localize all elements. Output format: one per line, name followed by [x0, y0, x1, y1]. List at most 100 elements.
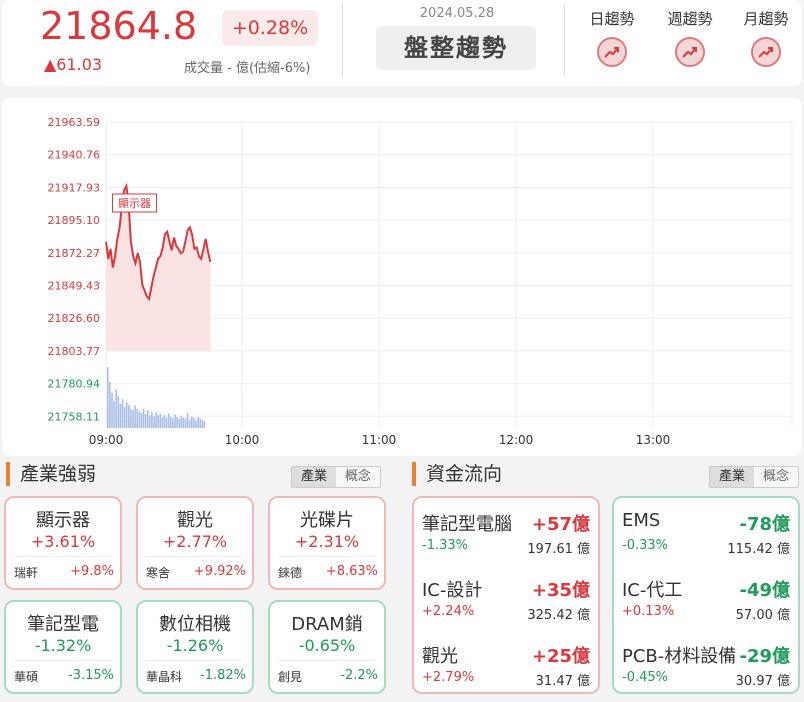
y-tick-label: 21940.76	[48, 149, 101, 162]
daily-trend-button[interactable]: 日趨勢	[582, 8, 642, 67]
tab-concept[interactable]: 概念	[754, 467, 798, 487]
divider	[564, 4, 565, 76]
flow-percent: +2.79%	[422, 670, 475, 685]
volume-bar	[201, 419, 204, 428]
flow-value: 31.47 億	[535, 674, 590, 689]
industry-percent: +3.61%	[30, 532, 96, 551]
leading-stock-name: 華碩	[14, 670, 39, 684]
trend-up-icon	[597, 37, 627, 67]
y-tick-label: 21963.59	[48, 116, 101, 129]
flow-industry-name: 筆記型電腦	[422, 514, 512, 535]
flow-amount: -29億	[739, 646, 790, 667]
volume-bar	[157, 415, 159, 428]
divider	[14, 556, 112, 557]
volume-bar	[165, 417, 168, 428]
y-tick-label: 21780.94	[48, 378, 101, 391]
volume-bar	[155, 412, 157, 428]
volume-bar	[172, 418, 174, 428]
industry-card[interactable]: 觀光 +2.77% 寒舍 +9.92%	[136, 496, 254, 590]
flow-amount: +57億	[531, 514, 590, 535]
fund-flow-row[interactable]: EMS -78億 -0.33% 115.42 億	[622, 510, 790, 570]
y-tick-label: 21917.93	[48, 181, 101, 194]
fund-flow-row[interactable]: IC-代工 -49億 +0.13% 57.00 億	[622, 576, 790, 636]
volume-bar	[193, 417, 195, 428]
leading-stock-percent: +8.63%	[325, 564, 378, 579]
industry-name: 筆記型電	[27, 614, 99, 635]
volume-bar	[136, 408, 138, 428]
industry-card[interactable]: 筆記型電 -1.32% 華碩 -3.15%	[4, 600, 122, 694]
leading-stock-percent: -1.82%	[200, 668, 246, 683]
tab-industry[interactable]: 產業	[710, 467, 754, 487]
industry-card[interactable]: 光碟片 +2.31% 錸德 +8.63%	[268, 496, 386, 590]
volume-bar	[140, 412, 143, 428]
volume-bar	[161, 417, 164, 428]
volume-bar	[149, 415, 151, 428]
flow-percent: -1.33%	[422, 538, 468, 553]
volume-bar	[134, 405, 136, 428]
x-tick-label: 11:00	[362, 433, 397, 447]
volume-bar	[111, 392, 113, 428]
flow-industry-name: IC-設計	[422, 580, 483, 601]
industry-name: 顯示器	[36, 510, 90, 531]
volume-bar	[123, 406, 126, 428]
volume-bar	[197, 417, 199, 428]
fund-flow-row[interactable]: 觀光 +25億 +2.79% 31.47 億	[422, 642, 590, 702]
trend-status: 盤整趨勢	[376, 26, 536, 70]
fund-flow-row[interactable]: IC-設計 +35億 +2.24% 325.42 億	[422, 576, 590, 636]
y-tick-label: 21826.60	[48, 312, 101, 325]
divider	[146, 556, 244, 557]
flow-industry-name: PCB-材料設備	[622, 646, 737, 667]
volume-bar	[125, 402, 128, 428]
industry-percent: -1.26%	[166, 636, 224, 655]
leading-stock-percent: +9.92%	[193, 564, 246, 579]
leading-stock-percent: +9.8%	[70, 564, 114, 579]
y-tick-label: 21849.43	[48, 280, 101, 293]
volume-bar	[174, 414, 176, 428]
industry-percent: -0.65%	[298, 636, 356, 655]
x-tick-label: 09:00	[89, 433, 124, 447]
tab-concept[interactable]: 概念	[336, 467, 380, 487]
volume-bar	[115, 389, 117, 428]
volume-bar	[144, 413, 147, 428]
volume-bar	[146, 410, 149, 428]
y-tick-label: 21872.27	[48, 247, 101, 260]
divider	[278, 660, 376, 661]
trend-up-icon	[751, 37, 781, 67]
volume-bar	[119, 403, 122, 428]
flow-industry-name: EMS	[622, 510, 661, 531]
tab-industry[interactable]: 產業	[292, 467, 336, 487]
flow-industry-name: IC-代工	[622, 580, 683, 601]
divider	[278, 556, 376, 557]
volume-bar	[182, 417, 185, 428]
intraday-chart[interactable]: 21963.59 21940.76 21917.93 21895.10 21872.27…	[2, 98, 802, 456]
flow-amount: -78億	[739, 514, 790, 535]
volume-bar	[186, 412, 189, 428]
industry-card[interactable]: 數位相機 -1.26% 華晶科 -1.82%	[136, 600, 254, 694]
volume-bar	[107, 367, 109, 428]
leading-stock-name: 華晶科	[146, 670, 183, 684]
divider	[342, 4, 343, 76]
daily-trend-label: 日趨勢	[589, 10, 635, 28]
flow-value: 197.61 億	[527, 542, 590, 557]
monthly-trend-label: 月趨勢	[743, 10, 789, 28]
x-tick-label: 13:00	[636, 433, 671, 447]
monthly-trend-button[interactable]: 月趨勢	[736, 8, 796, 67]
industry-card[interactable]: 顯示器 +3.61% 瑞軒 +9.8%	[4, 496, 122, 590]
volume-text: 成交量 - 億(估縮-6%)	[184, 61, 311, 76]
industry-name: 光碟片	[300, 510, 354, 531]
fund-flow-row[interactable]: 筆記型電腦 +57億 -1.33% 197.61 億	[422, 510, 590, 570]
volume-bar	[188, 419, 191, 428]
weekly-trend-button[interactable]: 週趨勢	[660, 8, 720, 67]
volume-bar	[170, 416, 172, 428]
volume-bar	[199, 418, 201, 428]
volume-bar	[132, 410, 134, 428]
flow-value: 115.42 億	[727, 542, 790, 557]
industry-card[interactable]: DRAM銷 -0.65% 創見 -2.2%	[268, 600, 386, 694]
volume-bar	[151, 412, 153, 428]
index-price: 21864.8	[40, 4, 198, 48]
fund-flow-row[interactable]: PCB-材料設備 -29億 -0.45% 30.97 億	[622, 642, 790, 702]
volume-bar	[109, 381, 111, 428]
volume-bar	[180, 415, 183, 428]
market-header: 21864.8 +0.28% ▲61.03 成交量 - 億(估縮-6%) 202…	[2, 0, 802, 86]
divider	[14, 660, 112, 661]
